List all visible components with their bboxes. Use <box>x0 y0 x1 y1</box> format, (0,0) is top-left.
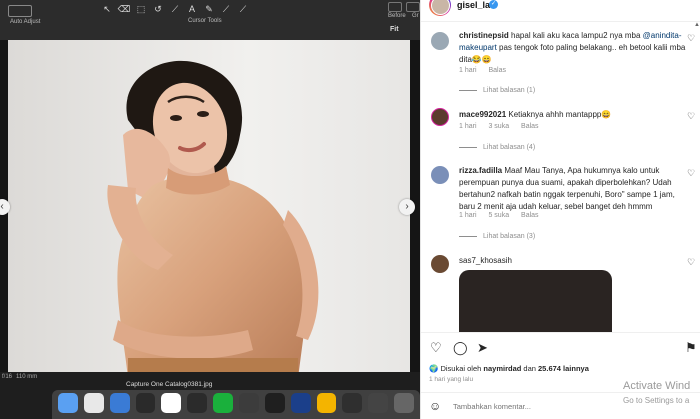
comment-meta: 1 hari 5 suka Balas <box>459 212 549 219</box>
author-avatar[interactable] <box>429 0 451 16</box>
instagram-post: Auto Adjust ↖ ⌫ ⬚ ↺ ⟋ A ✎ ⟋ ⟋ Cursor Too… <box>0 0 700 419</box>
aperture-value: f/16 <box>2 374 13 380</box>
comment-username[interactable]: christinepsid <box>459 31 509 40</box>
post-actions: ♡ ◯ ➤ ⚑ <box>421 332 700 362</box>
liker-username[interactable]: naymirdad <box>483 364 521 373</box>
auto-adjust-label: Auto Adjust <box>10 19 41 25</box>
cursor-tools: ↖ ⌫ ⬚ ↺ ⟋ A ✎ ⟋ ⟋ <box>100 3 250 15</box>
crop-tool-icon: ⬚ <box>136 4 146 14</box>
likes-summary: 🌍 Disukai oleh naymirdad dan 25.674 lain… <box>429 364 589 373</box>
auto-adjust-icon <box>8 5 32 17</box>
fit-label: Fit <box>390 26 399 33</box>
dock-app-icon[interactable] <box>316 393 337 413</box>
emoji-picker-icon[interactable]: ☺ <box>429 399 441 413</box>
post-media[interactable]: Auto Adjust ↖ ⌫ ⬚ ↺ ⟋ A ✎ ⟋ ⟋ Cursor Too… <box>0 0 420 419</box>
comment-meta: 1 hari Balas <box>459 67 516 74</box>
commenter-avatar[interactable] <box>431 166 449 184</box>
author-username[interactable]: gisel_la <box>457 0 490 10</box>
dock-app-icon[interactable] <box>135 393 156 413</box>
reply-button[interactable]: Balas <box>521 123 539 130</box>
comment-list: christinepsid hapal kali aku kaca lampu2… <box>421 22 700 332</box>
comment-body: sas7_khosasih <box>459 255 691 267</box>
cursor-tools-label: Cursor Tools <box>188 18 222 24</box>
grid-label: Gr <box>412 13 419 19</box>
next-image-button[interactable]: › <box>399 199 415 215</box>
scroll-up-arrow-icon[interactable]: ▲ <box>694 22 700 28</box>
line-tool-icon: ⟋ <box>239 4 247 14</box>
comment-text: hapal kali aku kaca lampu2 nya mba <box>511 31 643 40</box>
dock-app-icon[interactable] <box>187 393 208 413</box>
comment-text: Ketiaknya ahhh mantappp😄 <box>508 110 612 119</box>
save-bookmark-icon[interactable]: ⚑ <box>685 340 697 356</box>
comment-username[interactable]: sas7_khosasih <box>459 256 512 265</box>
reply-button[interactable]: Balas <box>521 212 539 219</box>
photo-canvas <box>8 40 410 378</box>
eraser-tool-icon: ⌫ <box>117 4 131 14</box>
like-comment-heart-icon[interactable]: ♡ <box>687 111 695 122</box>
verified-badge-icon: ✓ <box>489 0 498 9</box>
grid-icon <box>406 2 420 12</box>
pen-tool-icon: ⟋ <box>222 4 230 14</box>
dock-app-icon[interactable] <box>239 393 259 413</box>
editor-toolbar: Auto Adjust ↖ ⌫ ⬚ ↺ ⟋ A ✎ ⟋ ⟋ Cursor Too… <box>0 0 420 40</box>
dock-app-icon[interactable] <box>394 393 415 413</box>
comment-body: rizza.fadilla Maaf Mau Tanya, Apa hukumn… <box>459 165 691 213</box>
pointer-tool-icon: ↖ <box>103 4 111 14</box>
commenter-avatar[interactable] <box>431 32 449 50</box>
comment-body: christinepsid hapal kali aku kaca lampu2… <box>459 30 691 66</box>
comment-likes[interactable]: 3 suka <box>488 123 509 130</box>
comments-panel: gisel_la ✓ christinepsid hapal kali aku … <box>420 0 700 419</box>
comment-time: 1 hari <box>459 67 477 74</box>
dock-app-icon[interactable] <box>368 393 389 413</box>
like-comment-heart-icon[interactable]: ♡ <box>687 168 695 179</box>
reply-button[interactable]: Balas <box>488 67 506 74</box>
before-label: Before <box>388 13 406 19</box>
comment-meta: 1 hari 3 suka Balas <box>459 123 549 130</box>
view-replies-button[interactable]: Lihat balasan (4) <box>459 144 535 151</box>
dock-app-icon[interactable] <box>342 393 363 413</box>
text-tool-icon: A <box>188 4 195 14</box>
post-header: gisel_la ✓ <box>421 0 700 22</box>
comment-username[interactable]: rizza.fadilla <box>459 166 502 175</box>
dock-app-icon[interactable] <box>109 393 130 413</box>
dock-app-icon[interactable] <box>213 393 234 413</box>
before-icon <box>388 2 402 12</box>
comment-time: 1 hari <box>459 212 477 219</box>
focal-length-value: 110 mm <box>16 374 38 380</box>
commenter-avatar[interactable] <box>431 255 449 273</box>
comment-image[interactable] <box>459 270 612 332</box>
view-icons <box>388 2 420 12</box>
dock-app-icon[interactable] <box>264 393 285 413</box>
dock-app-icon[interactable] <box>290 393 311 413</box>
view-replies-button[interactable]: Lihat balasan (3) <box>459 233 535 240</box>
comment-input[interactable] <box>453 400 603 412</box>
dock-app-icon[interactable] <box>161 393 182 413</box>
activation-watermark: Activate Wind <box>623 380 691 392</box>
liker-avatar-icon: 🌍 <box>429 364 439 373</box>
comment-username[interactable]: mace992021 <box>459 110 506 119</box>
dock-app-icon[interactable] <box>83 393 104 413</box>
model-photo <box>8 40 410 378</box>
activation-watermark-sub: Go to Settings to a <box>623 396 690 405</box>
like-comment-heart-icon[interactable]: ♡ <box>687 257 695 268</box>
catalog-filename: Capture One Catalog0381.jpg <box>126 381 213 388</box>
dock-app-icon[interactable] <box>58 393 78 413</box>
mac-dock <box>52 390 420 419</box>
rotate-tool-icon: ↺ <box>154 4 162 14</box>
brush-tool-icon: ✎ <box>205 4 213 14</box>
comment-body: mace992021 Ketiaknya ahhh mantappp😄 <box>459 109 691 121</box>
likes-count[interactable]: 25.674 lainnya <box>538 364 589 373</box>
like-comment-heart-icon[interactable]: ♡ <box>687 33 695 44</box>
comment-bubble-icon[interactable]: ◯ <box>453 340 468 356</box>
share-send-icon[interactable]: ➤ <box>477 340 488 356</box>
commenter-avatar[interactable] <box>431 108 449 126</box>
comment-likes[interactable]: 5 suka <box>488 212 509 219</box>
post-time: 1 hari yang lalu <box>429 376 474 383</box>
view-replies-button[interactable]: Lihat balasan (1) <box>459 87 535 94</box>
comment-time: 1 hari <box>459 123 477 130</box>
like-heart-icon[interactable]: ♡ <box>430 340 442 356</box>
straighten-tool-icon: ⟋ <box>171 4 179 14</box>
